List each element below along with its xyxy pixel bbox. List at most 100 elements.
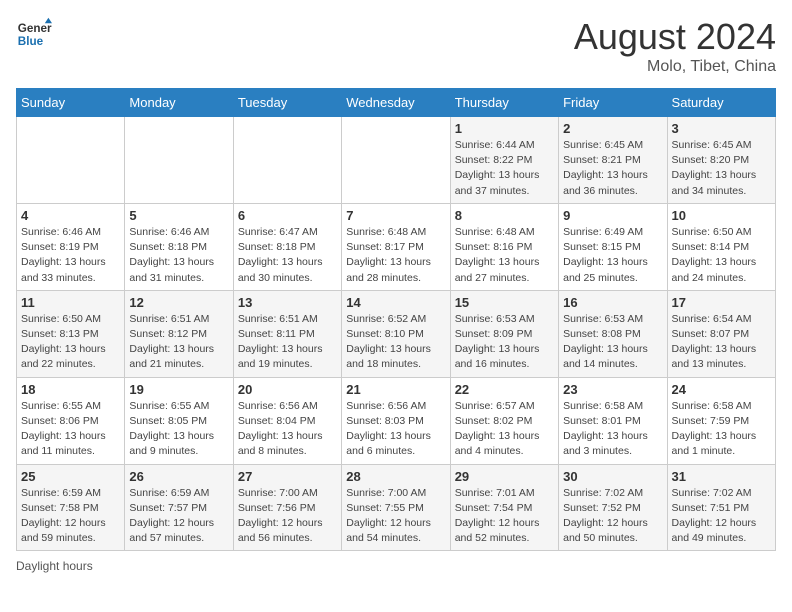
calendar-cell: 25 Sunrise: 6:59 AM Sunset: 7:58 PM Dayli… (17, 464, 125, 551)
day-info: Sunrise: 7:02 AM Sunset: 7:52 PM Dayligh… (563, 486, 662, 547)
calendar-cell: 7Sunrise: 6:48 AM Sunset: 8:17 PM Daylig… (342, 203, 450, 290)
day-number: 4 (21, 208, 120, 223)
calendar-cell (233, 117, 341, 204)
day-info: Sunrise: 6:51 AM Sunset: 8:12 PM Dayligh… (129, 312, 228, 373)
day-info: Sunrise: 6:58 AM Sunset: 8:01 PM Dayligh… (563, 399, 662, 460)
calendar-cell: 4 Sunrise: 6:46 AM Sunset: 8:19 PM Daylig… (17, 203, 125, 290)
day-number: 30 (563, 469, 662, 484)
day-number: 10 (672, 208, 771, 223)
day-number: 17 (672, 295, 771, 310)
day-number: 23 (563, 382, 662, 397)
day-number: 8 (455, 208, 554, 223)
main-title: August 2024 (574, 16, 776, 58)
day-number: 5 (129, 208, 228, 223)
day-number: 20 (238, 382, 337, 397)
day-number: 28 (346, 469, 445, 484)
calendar-cell: 18Sunrise: 6:55 AM Sunset: 8:06 PM Dayli… (17, 377, 125, 464)
day-number: 31 (672, 469, 771, 484)
day-number: 14 (346, 295, 445, 310)
day-info: Sunrise: 6:55 AM Sunset: 8:05 PM Dayligh… (129, 399, 228, 460)
day-of-week-header: Saturday (667, 89, 775, 117)
logo: General Blue (16, 16, 52, 52)
day-of-week-header: Tuesday (233, 89, 341, 117)
day-number: 11 (21, 295, 120, 310)
day-number: 26 (129, 469, 228, 484)
calendar-cell (125, 117, 233, 204)
day-info: Sunrise: 6:44 AM Sunset: 8:22 PM Dayligh… (455, 138, 554, 199)
calendar-cell: 31Sunrise: 7:02 AM Sunset: 7:51 PM Dayli… (667, 464, 775, 551)
calendar-cell: 1Sunrise: 6:44 AM Sunset: 8:22 PM Daylig… (450, 117, 558, 204)
calendar-cell: 22 Sunrise: 6:57 AM Sunset: 8:02 PM Dayli… (450, 377, 558, 464)
day-of-week-header: Friday (559, 89, 667, 117)
day-info: Sunrise: 6:59 AM Sunset: 7:58 PM Dayligh… (21, 486, 120, 547)
calendar-cell: 14Sunrise: 6:52 AM Sunset: 8:10 PM Dayli… (342, 290, 450, 377)
day-number: 29 (455, 469, 554, 484)
day-info: Sunrise: 6:56 AM Sunset: 8:03 PM Dayligh… (346, 399, 445, 460)
calendar-week-row: 18Sunrise: 6:55 AM Sunset: 8:06 PM Dayli… (17, 377, 776, 464)
day-info: Sunrise: 7:00 AM Sunset: 7:56 PM Dayligh… (238, 486, 337, 547)
day-info: Sunrise: 6:59 AM Sunset: 7:57 PM Dayligh… (129, 486, 228, 547)
day-info: Sunrise: 6:53 AM Sunset: 8:09 PM Dayligh… (455, 312, 554, 373)
calendar-cell (17, 117, 125, 204)
calendar-cell: 6Sunrise: 6:47 AM Sunset: 8:18 PM Daylig… (233, 203, 341, 290)
calendar-cell: 16Sunrise: 6:53 AM Sunset: 8:08 PM Dayli… (559, 290, 667, 377)
day-number: 25 (21, 469, 120, 484)
day-info: Sunrise: 6:46 AM Sunset: 8:19 PM Dayligh… (21, 225, 120, 286)
day-number: 16 (563, 295, 662, 310)
calendar-cell: 11Sunrise: 6:50 AM Sunset: 8:13 PM Dayli… (17, 290, 125, 377)
day-info: Sunrise: 7:00 AM Sunset: 7:55 PM Dayligh… (346, 486, 445, 547)
day-number: 19 (129, 382, 228, 397)
day-info: Sunrise: 6:57 AM Sunset: 8:02 PM Dayligh… (455, 399, 554, 460)
calendar-cell (342, 117, 450, 204)
daylight-hours-label: Daylight hours (16, 559, 93, 573)
day-info: Sunrise: 6:48 AM Sunset: 8:17 PM Dayligh… (346, 225, 445, 286)
calendar-cell: 5 Sunrise: 6:46 AM Sunset: 8:18 PM Daylig… (125, 203, 233, 290)
calendar-cell: 19 Sunrise: 6:55 AM Sunset: 8:05 PM Dayli… (125, 377, 233, 464)
calendar-week-row: 11Sunrise: 6:50 AM Sunset: 8:13 PM Dayli… (17, 290, 776, 377)
day-info: Sunrise: 6:51 AM Sunset: 8:11 PM Dayligh… (238, 312, 337, 373)
day-info: Sunrise: 6:45 AM Sunset: 8:20 PM Dayligh… (672, 138, 771, 199)
calendar-cell: 3Sunrise: 6:45 AM Sunset: 8:20 PM Daylig… (667, 117, 775, 204)
day-info: Sunrise: 6:45 AM Sunset: 8:21 PM Dayligh… (563, 138, 662, 199)
calendar-cell: 20Sunrise: 6:56 AM Sunset: 8:04 PM Dayli… (233, 377, 341, 464)
calendar-week-row: 4 Sunrise: 6:46 AM Sunset: 8:19 PM Daylig… (17, 203, 776, 290)
calendar-cell: 29 Sunrise: 7:01 AM Sunset: 7:54 PM Dayli… (450, 464, 558, 551)
day-number: 9 (563, 208, 662, 223)
day-info: Sunrise: 7:01 AM Sunset: 7:54 PM Dayligh… (455, 486, 554, 547)
day-number: 2 (563, 121, 662, 136)
day-number: 22 (455, 382, 554, 397)
calendar-table: SundayMondayTuesdayWednesdayThursdayFrid… (16, 88, 776, 551)
day-info: Sunrise: 6:46 AM Sunset: 8:18 PM Dayligh… (129, 225, 228, 286)
day-info: Sunrise: 6:48 AM Sunset: 8:16 PM Dayligh… (455, 225, 554, 286)
calendar-cell: 23 Sunrise: 6:58 AM Sunset: 8:01 PM Dayli… (559, 377, 667, 464)
calendar-cell: 24 Sunrise: 6:58 AM Sunset: 7:59 PM Dayli… (667, 377, 775, 464)
calendar-cell: 8 Sunrise: 6:48 AM Sunset: 8:16 PM Daylig… (450, 203, 558, 290)
day-of-week-header: Wednesday (342, 89, 450, 117)
day-of-week-header: Sunday (17, 89, 125, 117)
svg-text:General: General (18, 22, 52, 35)
calendar-cell: 12Sunrise: 6:51 AM Sunset: 8:12 PM Dayli… (125, 290, 233, 377)
calendar-cell: 21Sunrise: 6:56 AM Sunset: 8:03 PM Dayli… (342, 377, 450, 464)
day-info: Sunrise: 6:58 AM Sunset: 7:59 PM Dayligh… (672, 399, 771, 460)
day-number: 18 (21, 382, 120, 397)
day-info: Sunrise: 6:54 AM Sunset: 8:07 PM Dayligh… (672, 312, 771, 373)
day-number: 24 (672, 382, 771, 397)
calendar-cell: 15Sunrise: 6:53 AM Sunset: 8:09 PM Dayli… (450, 290, 558, 377)
calendar-cell: 17 Sunrise: 6:54 AM Sunset: 8:07 PM Dayli… (667, 290, 775, 377)
day-number: 13 (238, 295, 337, 310)
calendar-cell: 2 Sunrise: 6:45 AM Sunset: 8:21 PM Daylig… (559, 117, 667, 204)
day-info: Sunrise: 6:49 AM Sunset: 8:15 PM Dayligh… (563, 225, 662, 286)
day-of-week-header: Thursday (450, 89, 558, 117)
header-row: SundayMondayTuesdayWednesdayThursdayFrid… (17, 89, 776, 117)
day-info: Sunrise: 6:50 AM Sunset: 8:14 PM Dayligh… (672, 225, 771, 286)
calendar-header: SundayMondayTuesdayWednesdayThursdayFrid… (17, 89, 776, 117)
calendar-cell: 28 Sunrise: 7:00 AM Sunset: 7:55 PM Dayli… (342, 464, 450, 551)
calendar-week-row: 25 Sunrise: 6:59 AM Sunset: 7:58 PM Dayli… (17, 464, 776, 551)
calendar-cell: 10 Sunrise: 6:50 AM Sunset: 8:14 PM Dayli… (667, 203, 775, 290)
calendar-cell: 27Sunrise: 7:00 AM Sunset: 7:56 PM Dayli… (233, 464, 341, 551)
calendar-cell: 13 Sunrise: 6:51 AM Sunset: 8:11 PM Dayli… (233, 290, 341, 377)
calendar-cell: 30 Sunrise: 7:02 AM Sunset: 7:52 PM Dayli… (559, 464, 667, 551)
footer: Daylight hours (16, 559, 776, 573)
calendar-body: 1Sunrise: 6:44 AM Sunset: 8:22 PM Daylig… (17, 117, 776, 551)
subtitle: Molo, Tibet, China (574, 58, 776, 76)
